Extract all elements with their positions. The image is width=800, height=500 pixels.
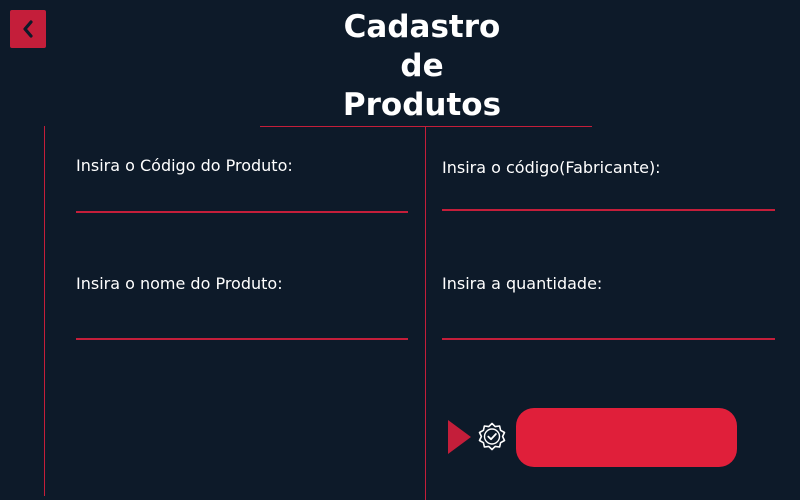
play-arrow-icon xyxy=(448,420,471,454)
center-divider xyxy=(425,126,426,500)
manufacturer-code-label: Insira o código(Fabricante): xyxy=(442,158,661,177)
submit-button[interactable] xyxy=(516,408,737,467)
page-title-line: de xyxy=(400,48,444,84)
product-name-field[interactable] xyxy=(76,318,408,340)
quantity-field[interactable] xyxy=(442,318,775,340)
title-divider xyxy=(260,126,592,127)
quantity-label: Insira a quantidade: xyxy=(442,274,603,293)
manufacturer-code-field[interactable] xyxy=(442,189,775,211)
page-title-line: Cadastro xyxy=(343,9,501,45)
chevron-left-icon xyxy=(23,20,33,38)
page-title-line: Produtos xyxy=(342,87,502,123)
product-code-label: Insira o Código do Produto: xyxy=(76,156,293,175)
left-divider xyxy=(44,126,45,496)
page-title: Cadastro de Produtos xyxy=(290,8,554,125)
product-code-field[interactable] xyxy=(76,191,408,213)
verified-badge-icon xyxy=(478,422,506,451)
product-name-label: Insira o nome do Produto: xyxy=(76,274,283,293)
back-button[interactable] xyxy=(10,10,46,48)
